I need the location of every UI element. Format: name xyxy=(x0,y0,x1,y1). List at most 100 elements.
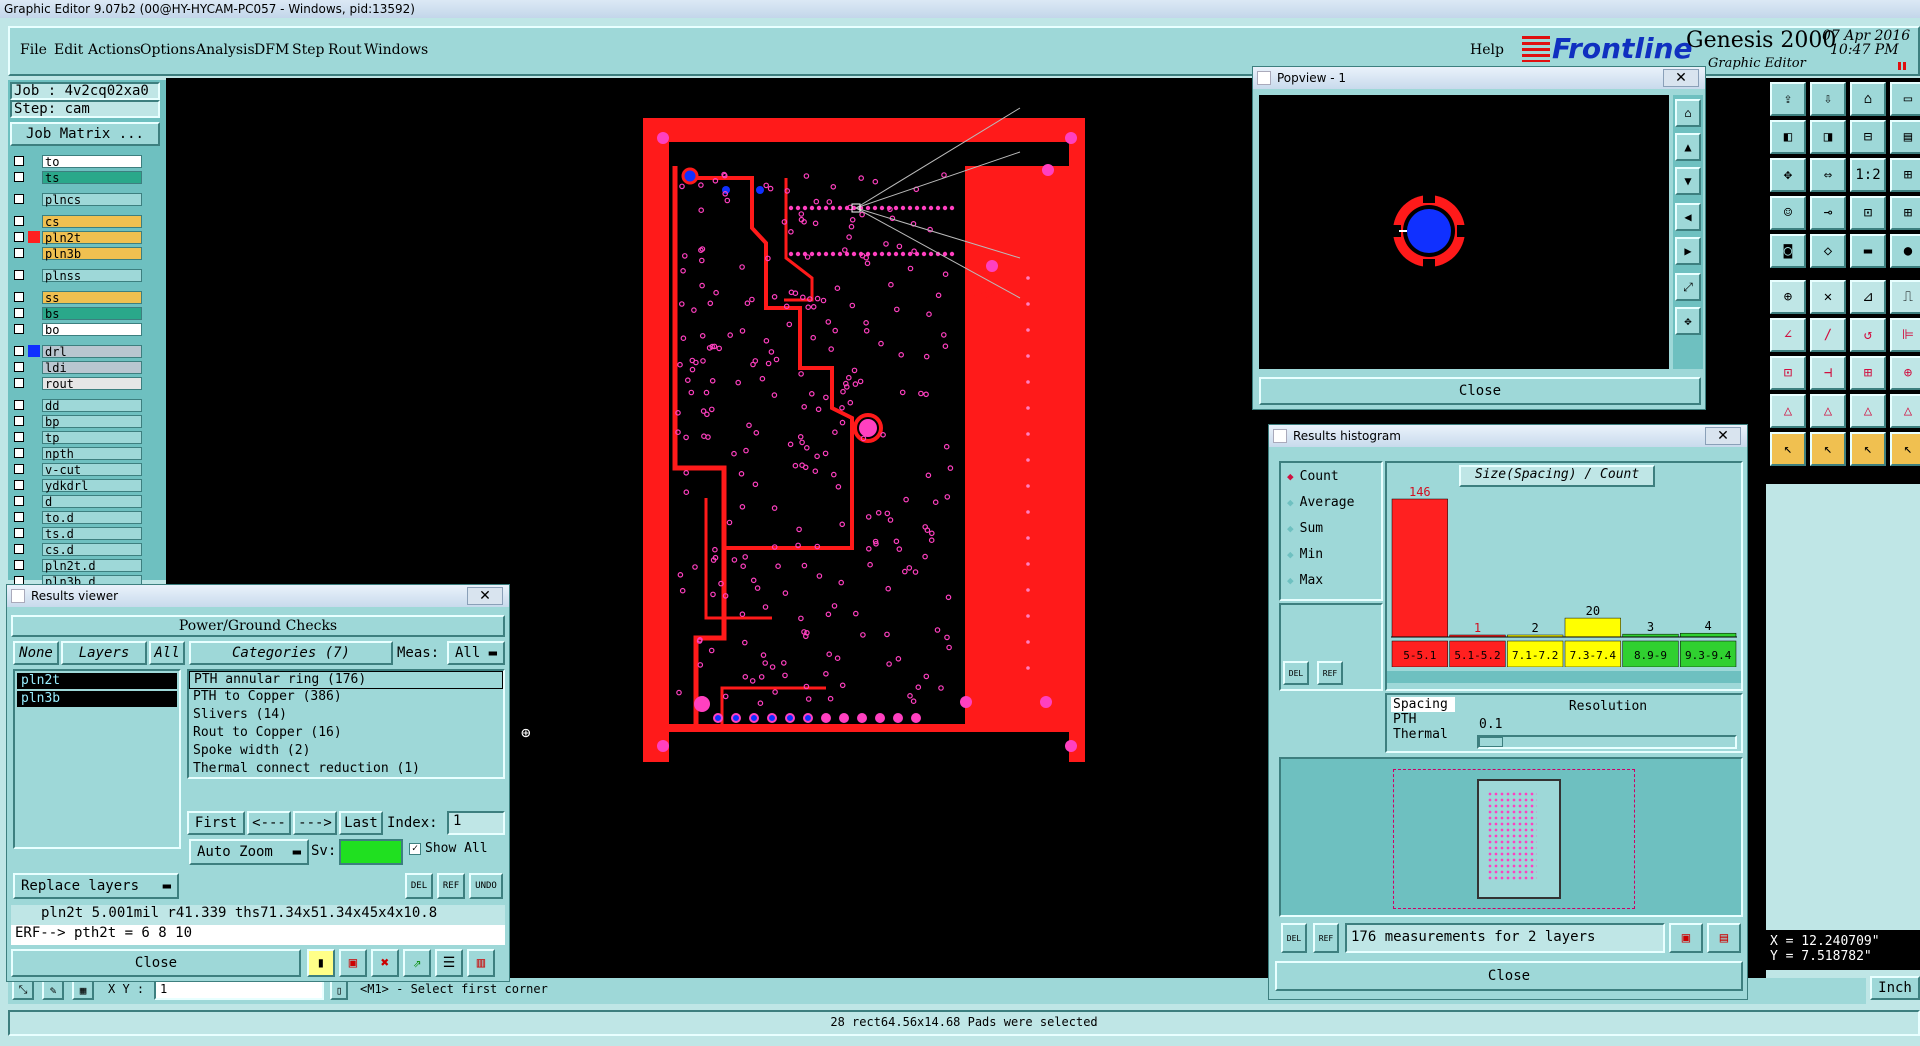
layer-checkbox[interactable] xyxy=(14,308,24,318)
layer-compare-icon[interactable]: ▤ xyxy=(1707,923,1741,953)
layer-row-to[interactable]: to xyxy=(14,154,142,168)
layer-checkbox[interactable] xyxy=(14,216,24,226)
line-icon[interactable]: ∕ xyxy=(1810,318,1846,352)
menu-file[interactable]: File xyxy=(20,42,47,58)
job-matrix-button[interactable]: Job Matrix ... xyxy=(10,122,160,146)
del-button[interactable]: DEL xyxy=(405,873,433,899)
layer-name[interactable]: pln2t.d xyxy=(42,558,142,572)
link-icon[interactable]: ⊸ xyxy=(1810,196,1846,230)
layer-checkbox[interactable] xyxy=(14,512,24,522)
layer-row-pln2t[interactable]: pln2t xyxy=(14,230,142,244)
layer-row-dd[interactable]: dd xyxy=(14,398,142,412)
layer-row-pln3b[interactable]: pln3b xyxy=(14,246,142,260)
tri-a-icon[interactable]: △ xyxy=(1770,394,1806,428)
layer-checkbox[interactable] xyxy=(14,324,24,334)
fit-icon[interactable]: ⤢ xyxy=(1675,273,1701,301)
layer-name[interactable]: bo xyxy=(42,322,142,336)
layer-row-ldi[interactable]: ldi xyxy=(14,360,142,374)
none-button[interactable]: None xyxy=(13,641,59,665)
grid2-icon[interactable]: ⊞ xyxy=(1850,356,1886,390)
measure-type-list[interactable]: Spacing PTH Thermal xyxy=(1391,697,1455,751)
category-item[interactable]: Slivers (14) xyxy=(189,707,503,725)
units-selector[interactable]: Inch xyxy=(1870,976,1920,1000)
mode-radio-min[interactable]: ◆ Min xyxy=(1281,541,1381,567)
mode-radio-max[interactable]: ◆ Max xyxy=(1281,567,1381,593)
zoom-home-icon[interactable]: ⌂ xyxy=(1675,99,1701,127)
auto-zoom-dropdown[interactable]: Auto Zoom ▬ xyxy=(189,839,309,865)
split-icon[interactable]: ⊟ xyxy=(1850,120,1886,154)
histogram-bar[interactable] xyxy=(1680,632,1737,638)
list-icon[interactable]: ▤ xyxy=(1890,120,1920,154)
layer-name[interactable]: plnss xyxy=(42,268,142,282)
layer-name[interactable]: ldi xyxy=(42,360,142,374)
report-icon[interactable]: ☰ xyxy=(435,949,463,977)
category-item[interactable]: Thermal connect reduction (1) xyxy=(189,761,503,779)
layer-name[interactable]: ss xyxy=(42,290,142,304)
graph-tool-icon[interactable]: ▮ xyxy=(307,949,335,977)
category-item[interactable]: Rout to Copper (16) xyxy=(189,725,503,743)
tri-c-icon[interactable]: △ xyxy=(1850,394,1886,428)
histogram-bar[interactable] xyxy=(1564,617,1621,638)
category-list[interactable]: PTH annular ring (176) PTH to Copper (386… xyxy=(187,669,505,779)
layer-row-pln2t.d[interactable]: pln2t.d xyxy=(14,558,142,572)
layer-checkbox[interactable] xyxy=(14,400,24,410)
layer-checkbox[interactable] xyxy=(14,346,24,356)
hist-del-button[interactable]: DEL xyxy=(1283,661,1309,685)
layers-button[interactable]: Layers xyxy=(61,641,147,665)
pan-left-icon[interactable]: ◀ xyxy=(1675,203,1701,231)
measure-type-item[interactable]: PTH xyxy=(1391,712,1455,727)
layer-name[interactable]: pln2t xyxy=(42,230,142,244)
xy-input[interactable]: 1 xyxy=(154,980,324,1000)
layer-row-npth[interactable]: npth xyxy=(14,446,142,460)
prev-button[interactable]: <--- xyxy=(247,811,291,835)
layer-row-rout[interactable]: rout xyxy=(14,376,142,390)
menu-step[interactable]: Step xyxy=(292,42,324,58)
layer-row-bp[interactable]: bp xyxy=(14,414,142,428)
show-all-checkbox[interactable]: ✓ xyxy=(409,843,421,855)
layer-name[interactable]: pln3b xyxy=(42,246,142,260)
layer-checkbox[interactable] xyxy=(14,432,24,442)
layer-checkbox[interactable] xyxy=(14,464,24,474)
menu-rout[interactable]: Rout xyxy=(328,42,362,58)
align-left-icon[interactable]: ◧ xyxy=(1770,120,1806,154)
layer-name[interactable]: tp xyxy=(42,430,142,444)
layer-row-d[interactable]: d xyxy=(14,494,142,508)
layer-name[interactable]: bp xyxy=(42,414,142,428)
layer-name[interactable]: to.d xyxy=(42,510,142,524)
category-item[interactable]: PTH annular ring (176) xyxy=(189,671,503,689)
layer-name[interactable]: ts.d xyxy=(42,526,142,540)
close-icon[interactable]: ✕ xyxy=(1705,427,1741,445)
net-icon[interactable]: ⊞ xyxy=(1890,196,1920,230)
resolution-slider[interactable] xyxy=(1477,735,1737,749)
all-button[interactable]: All xyxy=(149,641,185,665)
layer-checkbox[interactable] xyxy=(14,172,24,182)
first-button[interactable]: First xyxy=(187,811,245,835)
layer-row-cs.d[interactable]: cs.d xyxy=(14,542,142,556)
layer-checkbox[interactable] xyxy=(14,248,24,258)
export-icon[interactable]: ⇗ xyxy=(403,949,431,977)
target-icon[interactable]: ⊕ xyxy=(1770,280,1806,314)
tri-b-icon[interactable]: △ xyxy=(1810,394,1846,428)
grid-icon[interactable]: ⊞ xyxy=(1890,158,1920,192)
layer-row-ss[interactable]: ss xyxy=(14,290,142,304)
select-box-icon[interactable]: ⊡ xyxy=(1770,356,1806,390)
mode-radio-count[interactable]: ◆ Count xyxy=(1281,463,1381,489)
layer-name[interactable]: dd xyxy=(42,398,142,412)
pointer-a-icon[interactable]: ↖ xyxy=(1770,432,1806,466)
close-icon[interactable]: ✕ xyxy=(467,587,503,605)
measure-type-item[interactable]: Thermal xyxy=(1391,727,1455,742)
box-icon[interactable]: ⊡ xyxy=(1850,196,1886,230)
layer-checkbox[interactable] xyxy=(14,448,24,458)
menu-actions[interactable]: Actions xyxy=(88,42,141,58)
delete-icon[interactable]: ✖ xyxy=(371,949,399,977)
result-layer-item[interactable]: pln3b xyxy=(17,691,177,707)
histogram-scrollbar[interactable] xyxy=(1387,671,1741,683)
layer-name[interactable]: d xyxy=(42,494,142,508)
center-icon[interactable]: ⊕ xyxy=(1890,356,1920,390)
layer-name[interactable]: npth xyxy=(42,446,142,460)
rule-icon[interactable]: ⊫ xyxy=(1890,318,1920,352)
layer-row-bs[interactable]: bs xyxy=(14,306,142,320)
replace-layers-dropdown[interactable]: Replace layers ▬ xyxy=(13,873,179,899)
layer-row-ts.d[interactable]: ts.d xyxy=(14,526,142,540)
thumb-del-button[interactable]: DEL xyxy=(1281,923,1307,953)
